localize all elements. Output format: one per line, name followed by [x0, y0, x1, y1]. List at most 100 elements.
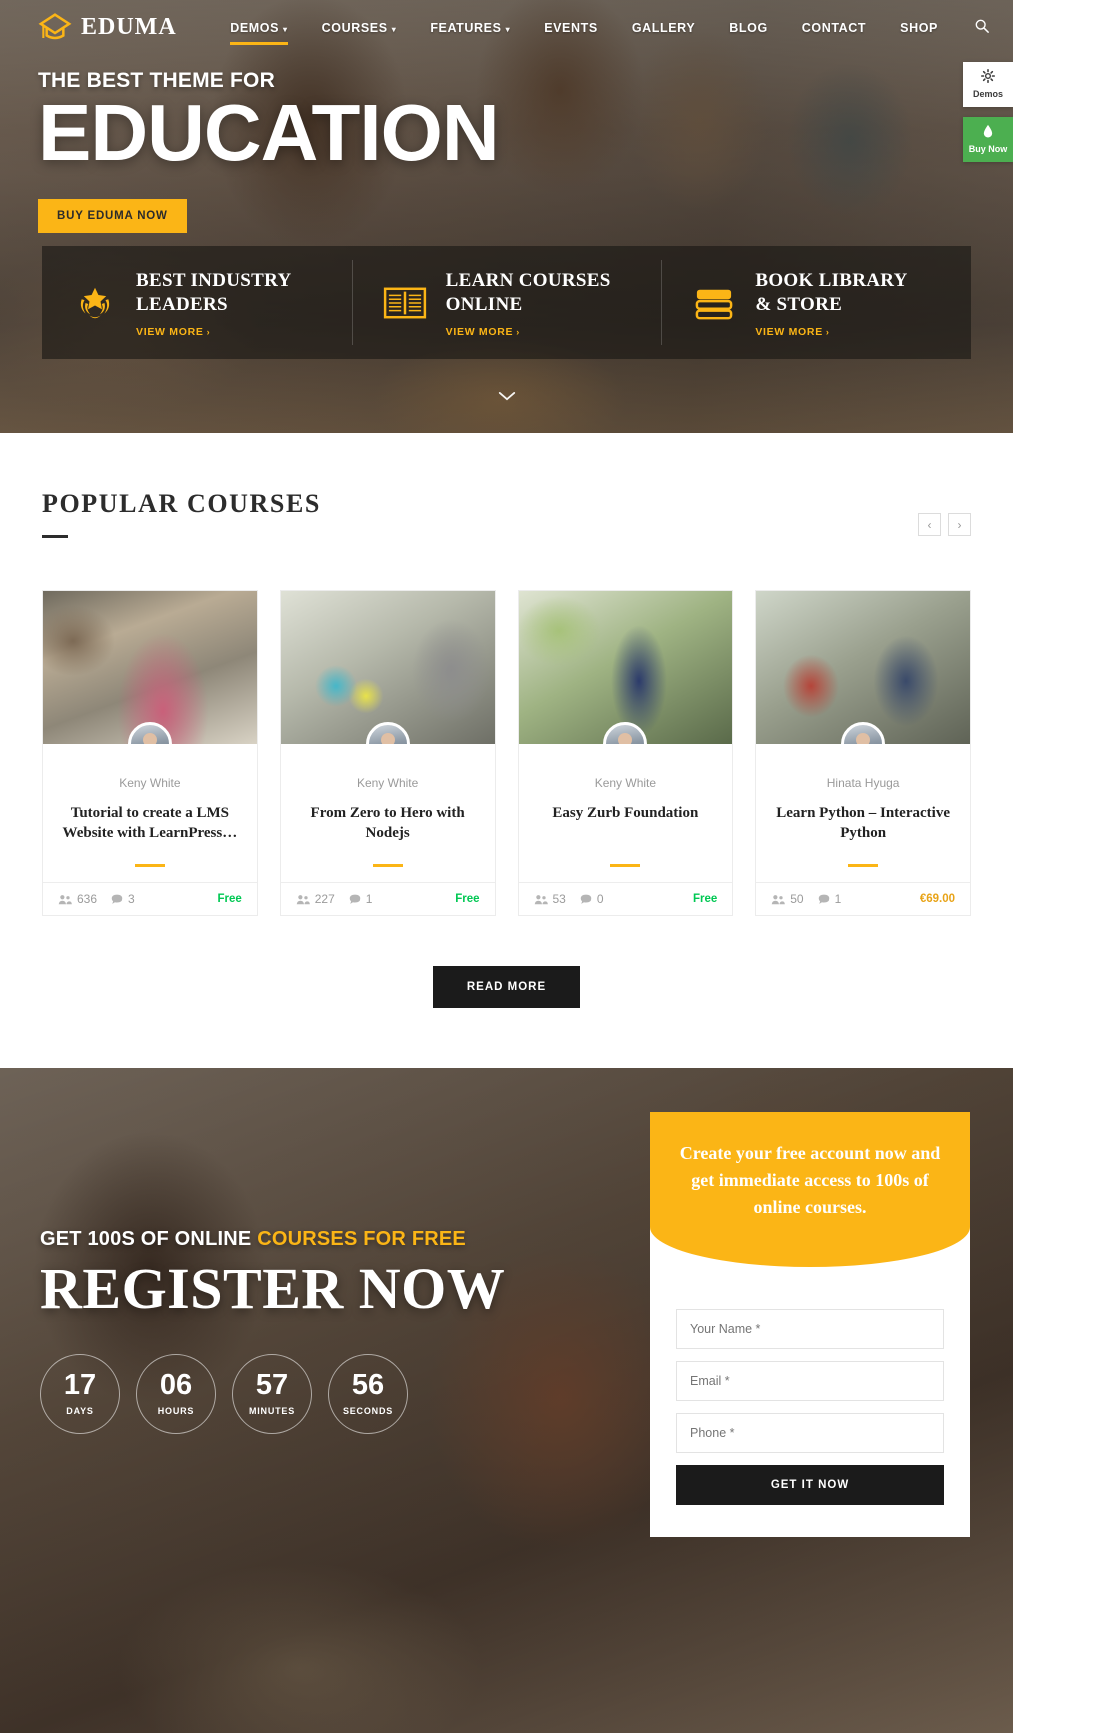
countdown-value: 57 — [255, 1369, 289, 1402]
feature-item-body: BEST INDUSTRY LEADERS VIEW MORE › — [136, 267, 291, 338]
site-logo-text: EDUMA — [81, 14, 177, 40]
nav-item-events[interactable]: EVENTS — [527, 3, 615, 53]
course-comments: 0 — [580, 892, 604, 906]
feature-item-learn-courses-online[interactable]: LEARN COURSES ONLINE VIEW MORE › — [351, 246, 662, 359]
nav-item-label: DEMOS — [230, 20, 280, 35]
register-form-heading: Create your free account now and get imm… — [650, 1112, 970, 1267]
course-students-count: 53 — [552, 892, 566, 906]
feature-view-more-link[interactable]: VIEW MORE › — [136, 326, 291, 338]
countdown-value: 06 — [159, 1369, 193, 1402]
email-input[interactable] — [676, 1361, 944, 1401]
course-comments-count: 3 — [128, 892, 135, 906]
countdown-value: 56 — [351, 1369, 385, 1402]
nav-item-label: GALLERY — [631, 20, 696, 35]
floating-action-buttons: Demos Buy Now — [963, 62, 1013, 163]
nav-item-label: SHOP — [900, 20, 938, 35]
feature-title-line1: LEARN COURSES — [445, 270, 611, 292]
floating-buy-now-label: Buy Now — [968, 144, 1008, 155]
drop-icon — [963, 124, 1013, 143]
carousel-controls: ‹ › — [918, 489, 971, 536]
feature-view-more-label: VIEW MORE — [445, 325, 514, 338]
course-comments: 1 — [349, 892, 372, 906]
floating-buy-now-button[interactable]: Buy Now — [963, 116, 1013, 163]
countdown-label: MINUTES — [248, 1406, 296, 1417]
search-icon[interactable] — [955, 1, 1003, 54]
course-thumbnail — [756, 591, 970, 744]
nav-item-label: BLOG — [729, 20, 768, 35]
course-students-count: 50 — [790, 892, 804, 906]
course-card[interactable]: Keny White Easy Zurb Foundation 53 0 Fre… — [517, 590, 734, 916]
feature-item-best-industry-leaders[interactable]: BEST INDUSTRY LEADERS VIEW MORE › — [42, 246, 352, 359]
buy-eduma-now-button[interactable]: BUY EDUMA NOW — [38, 199, 187, 233]
feature-item-book-library-store[interactable]: BOOK LIBRARY & STORE VIEW MORE › — [661, 246, 971, 359]
feature-title-line2: & STORE — [755, 294, 843, 315]
get-it-now-button[interactable]: GET IT NOW — [676, 1465, 944, 1505]
course-students: 227 — [296, 892, 335, 906]
nav-item-contact[interactable]: CONTACT — [785, 3, 883, 53]
course-author: Keny White — [119, 776, 181, 790]
avatar — [603, 722, 648, 744]
nav-item-gallery[interactable]: GALLERY — [615, 3, 712, 53]
site-header: EDUMA DEMOS ▾ COURSES ▾ FEATURES ▾ EVENTS G… — [0, 0, 1013, 55]
nav-item-label: FEATURES — [430, 20, 502, 35]
page-title: POPULAR COURSES — [42, 489, 321, 518]
page-root: EDUMA DEMOS ▾ COURSES ▾ FEATURES ▾ EVENTS G… — [0, 0, 1013, 1733]
course-price: Free — [217, 893, 242, 905]
chevron-right-icon: › — [825, 326, 830, 337]
read-more-button[interactable]: READ MORE — [432, 966, 581, 1008]
course-card-body: Keny White Tutorial to create a LMS Webs… — [43, 744, 257, 867]
scroll-down-button[interactable] — [0, 387, 1013, 407]
course-card[interactable]: Keny White Tutorial to create a LMS Webs… — [42, 590, 258, 916]
main-navigation: DEMOS ▾ COURSES ▾ FEATURES ▾ EVENTS GALLERY… — [213, 1, 1003, 54]
users-icon — [296, 894, 310, 904]
your-name-input[interactable] — [676, 1309, 944, 1349]
read-more-wrap: READ MORE — [42, 966, 971, 1008]
popular-courses-section: POPULAR COURSES ‹ › Keny White Tutorial … — [0, 433, 1013, 1068]
feature-view-more-label: VIEW MORE — [136, 325, 204, 338]
course-card[interactable]: Hinata Hyuga Learn Python – Interactive … — [755, 590, 971, 916]
course-comments-count: 0 — [596, 892, 604, 906]
course-comments-count: 1 — [834, 892, 842, 906]
course-meta: 50 1 €69.00 — [756, 882, 970, 915]
nav-item-label: CONTACT — [801, 20, 867, 35]
nav-item-blog[interactable]: BLOG — [712, 3, 785, 53]
floating-demos-button[interactable]: Demos — [963, 62, 1013, 107]
course-students-count: 227 — [314, 892, 335, 906]
nav-item-shop[interactable]: SHOP — [883, 3, 955, 53]
gear-icon — [963, 69, 1013, 87]
graduation-cap-icon — [38, 12, 72, 43]
countdown-label: SECONDS — [342, 1406, 394, 1417]
section-title-wrap: POPULAR COURSES — [42, 489, 321, 538]
carousel-prev-button[interactable]: ‹ — [918, 513, 941, 536]
course-title[interactable]: Learn Python – Interactive Python — [772, 803, 954, 847]
book-stack-icon — [691, 284, 737, 322]
feature-view-more-link[interactable]: VIEW MORE › — [446, 326, 611, 338]
nav-item-demos[interactable]: DEMOS ▾ — [213, 3, 304, 53]
phone-input[interactable] — [676, 1413, 944, 1453]
course-title[interactable]: Easy Zurb Foundation — [535, 803, 717, 847]
course-card-body: Hinata Hyuga Learn Python – Interactive … — [756, 744, 970, 867]
avatar — [365, 722, 410, 744]
course-author: Hinata Hyuga — [826, 776, 900, 790]
course-card[interactable]: Keny White From Zero to Hero with Nodejs… — [279, 590, 496, 916]
nav-item-features[interactable]: FEATURES ▾ — [413, 3, 527, 53]
nav-item-label: COURSES — [321, 20, 388, 35]
countdown-value: 17 — [63, 1369, 97, 1402]
site-logo[interactable]: EDUMA — [38, 12, 177, 43]
register-form-card: Create your free account now and get imm… — [650, 1112, 970, 1537]
open-book-icon — [382, 285, 428, 321]
comment-icon — [349, 894, 361, 904]
feature-view-more-link[interactable]: VIEW MORE › — [755, 326, 907, 338]
course-meta: 53 0 Free — [518, 882, 733, 915]
register-kicker-plain: GET 100S OF ONLINE — [40, 1228, 258, 1250]
course-thumbnail — [43, 591, 257, 744]
feature-item-body: LEARN COURSES ONLINE VIEW MORE › — [446, 267, 611, 338]
course-meta: 636 3 Free — [43, 882, 257, 915]
course-title[interactable]: Tutorial to create a LMS Website with Le… — [59, 803, 241, 847]
hero-section: EDUMA DEMOS ▾ COURSES ▾ FEATURES ▾ EVENTS G… — [0, 0, 1013, 433]
feature-title-line1: BOOK LIBRARY — [755, 270, 908, 292]
carousel-next-button[interactable]: › — [948, 513, 971, 536]
course-title[interactable]: From Zero to Hero with Nodejs — [297, 803, 479, 847]
nav-item-label: EVENTS — [544, 20, 598, 35]
nav-item-courses[interactable]: COURSES ▾ — [305, 3, 414, 53]
